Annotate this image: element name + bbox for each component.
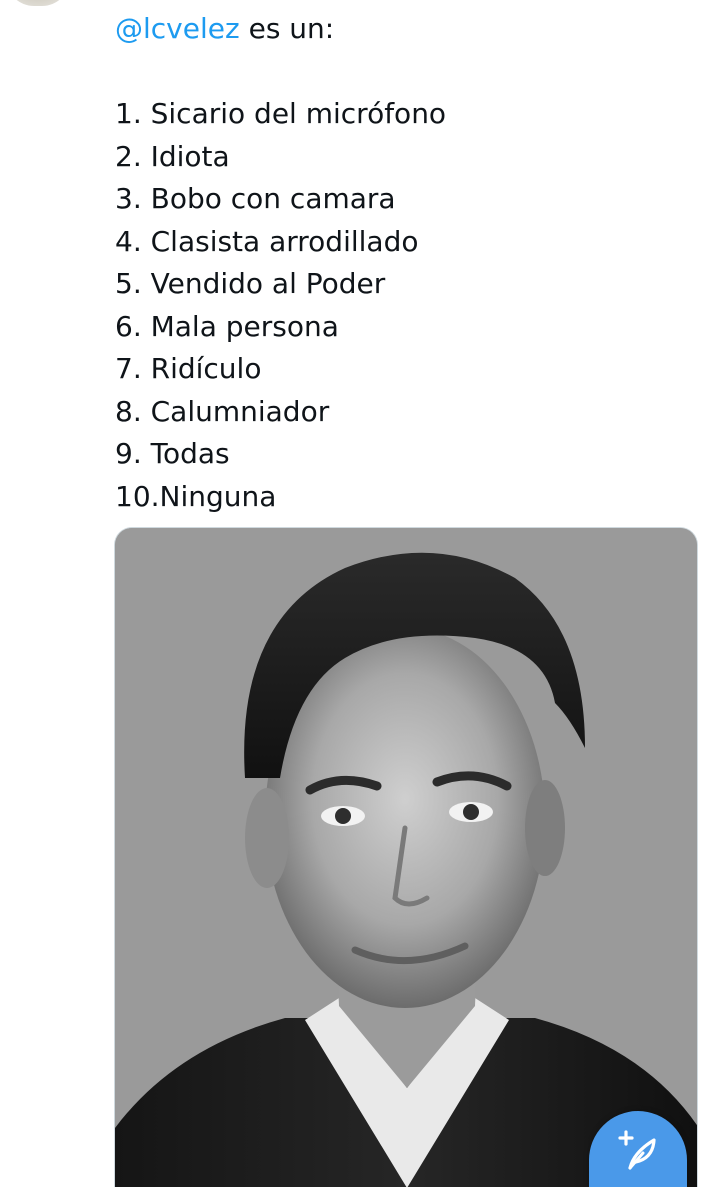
options-list: 1. Sicario del micrófono 2. Idiota 3. Bo…: [115, 93, 695, 518]
list-item: 7. Ridículo: [115, 352, 262, 385]
tweet-text: @lcvelez es un: 1. Sicario del micrófono…: [115, 8, 695, 518]
list-item: 1. Sicario del micrófono: [115, 97, 447, 130]
list-item: 5. Vendido al Poder: [115, 267, 386, 300]
list-item: 3. Bobo con camara: [115, 182, 396, 215]
list-item: 6. Mala persona: [115, 309, 339, 343]
list-item: 2. Idiota: [115, 139, 230, 173]
portrait-image: [115, 528, 697, 1187]
list-item: 4. Clasista arrodillado: [115, 224, 419, 258]
intro-text: es un:: [239, 12, 335, 45]
list-item: 8. Calumniador: [115, 394, 330, 428]
mention-link[interactable]: @lcvelez: [115, 12, 240, 45]
author-avatar[interactable]: [6, 0, 70, 6]
list-item: 10.Ninguna: [115, 479, 277, 513]
tweet-intro: @lcvelez es un:: [115, 8, 695, 51]
compose-plus-feather-icon: [618, 1130, 656, 1170]
list-item: 9. Todas: [115, 437, 230, 470]
tweet-photo[interactable]: [114, 527, 698, 1187]
